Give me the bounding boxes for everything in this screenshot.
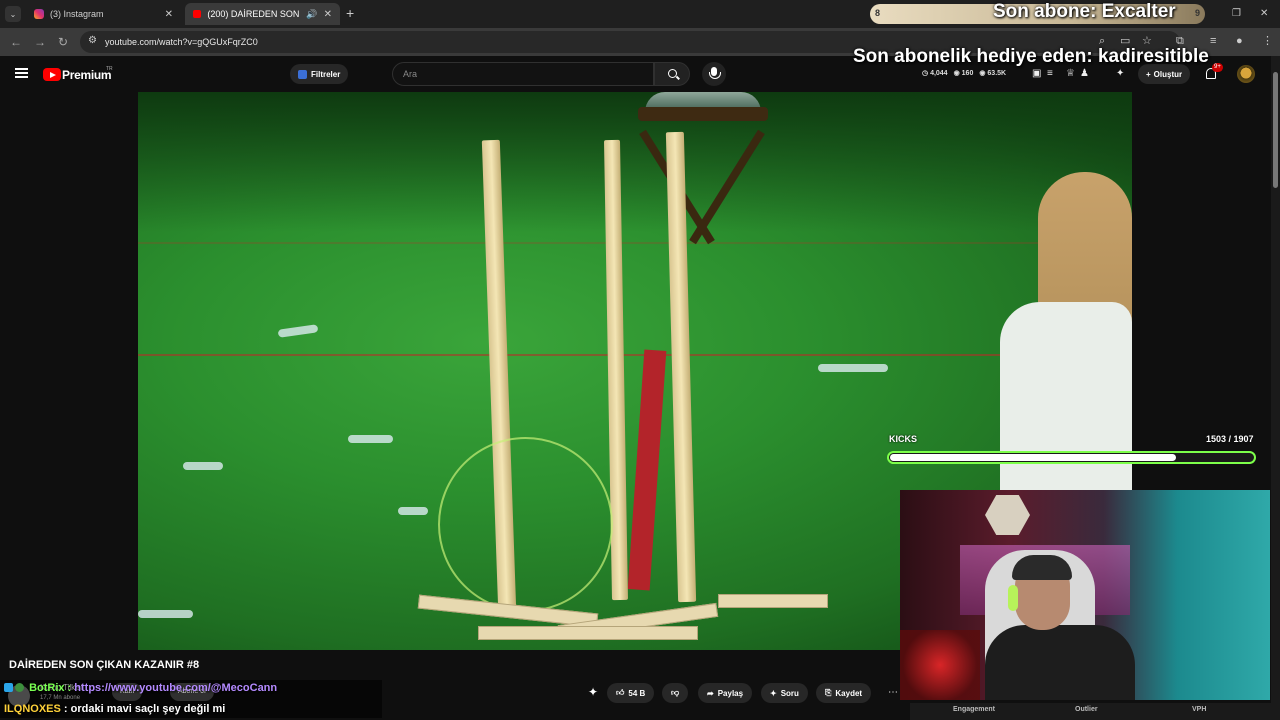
filters-button[interactable]: Filtreler	[290, 64, 349, 84]
like-count: 54 B	[628, 688, 646, 698]
tab-search-button[interactable]: ⌄	[5, 6, 21, 22]
share-label: Paylaş	[717, 688, 744, 698]
avatar[interactable]	[1237, 65, 1255, 83]
wood-planks	[417, 594, 838, 650]
tab-instagram[interactable]: (3) Instagram ✕	[26, 3, 181, 25]
voice-search-button[interactable]	[702, 62, 726, 86]
share-button[interactable]: ➦ Paylaş	[698, 683, 753, 703]
search-button[interactable]	[654, 62, 690, 86]
stat-views: ◷ 4,044	[922, 70, 948, 77]
youtube-logo-icon[interactable]	[43, 68, 61, 81]
new-tab-button[interactable]: +	[346, 6, 354, 20]
chat-text: ordaki mavi saçlı şey değil mi	[70, 703, 226, 715]
extension-icon[interactable]: ▣	[1032, 68, 1041, 80]
chat-username: BotRix	[29, 682, 65, 694]
speaker-icon[interactable]: 🔊	[306, 9, 317, 20]
search-icon	[668, 69, 677, 78]
more-options-icon[interactable]: ⋯	[884, 684, 902, 702]
pill-left-number: 8	[875, 8, 881, 18]
back-icon[interactable]: ←	[10, 35, 22, 49]
trophy-icon[interactable]: ♕	[1066, 68, 1075, 80]
chat-message: ILQNOXES : ordaki mavi saçlı şey değil m…	[4, 703, 226, 715]
country-code: TR	[106, 66, 113, 72]
stat-subs: ◉ 63.5K	[979, 70, 1007, 77]
ask-button[interactable]: ✦ Soru	[761, 683, 808, 703]
chat-message: BotRix : https://www.youtube.com/@MecoCa…	[4, 682, 277, 694]
like-button[interactable]: 👍︎ 54 B	[607, 683, 655, 703]
close-window-icon[interactable]: ✕	[1260, 8, 1268, 19]
sparkle-icon[interactable]: ✦	[1116, 68, 1124, 80]
alert-icon[interactable]: ♟	[1080, 68, 1089, 80]
reading-list-icon[interactable]: ≡	[1210, 35, 1216, 47]
share-icon: ➦	[707, 688, 714, 698]
browser-menu-icon[interactable]: ⋮	[1262, 35, 1273, 47]
channel-subscriber-count: 17,7 Mn abone	[40, 695, 81, 701]
pill-right-number: 9	[1194, 8, 1200, 18]
tab-label: (200) DAİREDEN SON ÇIKAN	[207, 9, 300, 19]
red-tape	[627, 349, 667, 591]
stool	[633, 92, 773, 252]
tab-youtube[interactable]: (200) DAİREDEN SON ÇIKAN 🔊 ✕	[185, 3, 340, 25]
notification-count-badge: 9+	[1212, 63, 1223, 72]
save-label: Kaydet	[835, 688, 863, 698]
extension-icon[interactable]: ≡	[1047, 68, 1053, 80]
tab-label: (3) Instagram	[50, 9, 104, 19]
glow-ring	[438, 437, 613, 612]
plus-icon: +	[1146, 69, 1151, 79]
save-button[interactable]: ⎘ Kaydet	[816, 683, 872, 703]
hamburger-menu-icon[interactable]	[15, 68, 28, 78]
maximize-icon[interactable]: ❐	[1232, 8, 1241, 19]
kicks-count: 1503 / 1907	[1206, 434, 1254, 444]
gift-subscriber-overlay: Son abonelik hediye eden: kadiresitible	[853, 46, 1209, 67]
tab-vph[interactable]: VPH	[1192, 706, 1206, 713]
tab-outlier[interactable]: Outlier	[1075, 706, 1098, 713]
close-icon[interactable]: ✕	[165, 9, 173, 20]
ask-label: Soru	[780, 688, 799, 698]
create-label: Oluştur	[1153, 69, 1183, 79]
video-title: DAİREDEN SON ÇIKAN KAZANIR #8	[9, 659, 200, 671]
dislike-button[interactable]: 👎︎	[662, 683, 689, 703]
thumbs-up-icon: 👍︎	[616, 688, 625, 697]
filter-icon	[298, 69, 307, 79]
site-info-icon[interactable]: ⚙	[88, 35, 97, 46]
kicks-label: KICKS	[889, 434, 918, 444]
forward-icon[interactable]: →	[34, 35, 46, 49]
instagram-icon	[34, 9, 44, 19]
channel-stats: ◷ 4,044 ◉ 160 ◉ 63.5K	[922, 69, 1006, 77]
filters-label: Filtreler	[311, 69, 341, 79]
youtube-brand[interactable]: Premium	[62, 68, 112, 82]
reload-icon[interactable]: ↻	[58, 35, 68, 49]
chat-badges	[4, 683, 26, 693]
sparkle-icon: ✦	[770, 688, 777, 698]
thumbs-down-icon: 👎︎	[671, 688, 680, 697]
close-icon[interactable]: ✕	[324, 9, 332, 20]
chat-text: https://www.youtube.com/@MecoCann	[74, 682, 278, 694]
youtube-icon	[193, 10, 202, 18]
scroll-thumb[interactable]	[1273, 72, 1278, 188]
last-subscriber-overlay: Son abone: Excalter	[993, 1, 1176, 22]
kicks-progress-bar	[887, 451, 1256, 464]
search-input[interactable]	[392, 62, 654, 86]
tab-engagement[interactable]: Engagement	[953, 706, 995, 713]
browser-tab-bar: ⌄ (3) Instagram ✕ (200) DAİREDEN SON ÇIK…	[0, 0, 1280, 28]
streamer-webcam	[900, 490, 1270, 700]
profile-icon[interactable]: ●	[1236, 35, 1243, 47]
stat-likes: ◉ 160	[953, 70, 974, 77]
url-text[interactable]: youtube.com/watch?v=gQGUxFqrZC0	[105, 37, 258, 47]
ai-sparkle-icon[interactable]: ✦	[588, 685, 598, 699]
kicks-progress-fill	[890, 454, 1177, 461]
chat-username: ILQNOXES	[4, 703, 61, 715]
bookmark-icon: ⎘	[825, 688, 832, 697]
